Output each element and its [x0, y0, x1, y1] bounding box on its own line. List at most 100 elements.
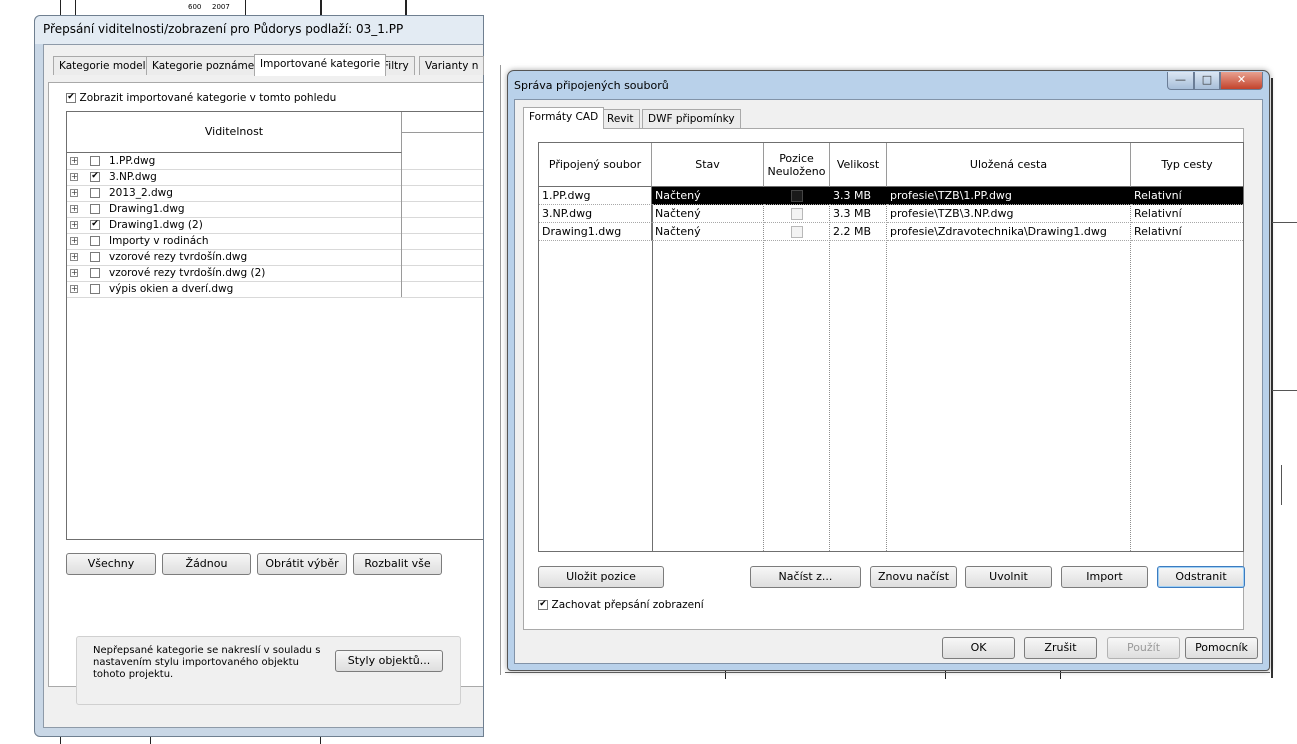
position-unsaved-cell [764, 223, 830, 241]
tab-annotation-categories[interactable]: Kategorie poznámek [146, 56, 267, 75]
table-row[interactable]: + vzorové rezy tvrdošín.dwg (2) [67, 265, 483, 282]
table-row[interactable]: 3.NP.dwg Načtený 3.3 MB profesie\TZB\3.NP.d… [539, 205, 1243, 223]
linked-files-table: Připojený soubor Stav Pozice Neuloženo V… [538, 142, 1244, 552]
visibility-cell: +2013_2.dwg [67, 185, 402, 201]
invert-selection-button[interactable]: Obrátit výběr [257, 553, 347, 575]
reload-from-button[interactable]: Načíst z... [750, 566, 861, 588]
tab-model-categories[interactable]: Kategorie modelů [53, 56, 159, 75]
column-header-status[interactable]: Stav [652, 143, 764, 187]
visibility-cell: +1.PP.dwg [67, 153, 402, 169]
path-type-cell: Relativní [1131, 223, 1243, 241]
select-all-button[interactable]: Všechny [66, 553, 156, 575]
table-row[interactable]: + výpis okien a dverí.dwg [67, 281, 483, 298]
linked-file-cell: Drawing1.dwg [539, 223, 652, 241]
visibility-checkbox[interactable] [90, 236, 100, 246]
table-row[interactable]: +1.PP.dwg [67, 153, 483, 170]
column-header-position-unsaved[interactable]: Pozice Neuloženo [764, 143, 830, 187]
category-label: vzorové rezy tvrdošín.dwg (2) [109, 267, 266, 279]
table-row[interactable]: +3.NP.dwg [67, 169, 483, 186]
header-label: Pozice Neuloženo [767, 151, 826, 178]
import-button[interactable]: Import [1061, 566, 1148, 588]
expand-icon[interactable]: + [70, 157, 78, 165]
cad-formats-panel: Připojený soubor Stav Pozice Neuloženo V… [523, 128, 1245, 630]
column-header-size[interactable]: Velikost [830, 143, 887, 187]
apply-button[interactable]: Použít [1107, 637, 1180, 659]
dialog-title: Přepsání viditelnosti/zobrazení pro Půdo… [43, 22, 404, 36]
expand-icon[interactable]: + [70, 285, 78, 293]
expand-icon[interactable]: + [70, 237, 78, 245]
visibility-checkbox[interactable] [90, 156, 100, 166]
visibility-checkbox[interactable] [90, 172, 100, 182]
category-label: vzorové rezy tvrdošín.dwg [109, 251, 248, 263]
visibility-cell: + Drawing1.dwg [67, 201, 402, 217]
linked-file-cell: 3.NP.dwg [539, 205, 652, 223]
visibility-checkbox[interactable] [90, 252, 100, 262]
object-styles-button[interactable]: Styly objektů... [335, 650, 443, 672]
visibility-cell: + vzorové rezy tvrdošín.dwg (2) [67, 265, 402, 281]
saved-path-cell: profesie\TZB\3.NP.dwg [887, 205, 1131, 223]
expand-icon[interactable]: + [70, 269, 78, 277]
reload-button[interactable]: Znovu načíst [870, 566, 957, 588]
dialog-title: Správa připojených souborů [514, 79, 669, 92]
table-row[interactable]: + Drawing1.dwg [67, 201, 483, 218]
minimize-button[interactable]: — [1167, 72, 1194, 90]
save-positions-button[interactable]: Uložit pozice [538, 566, 664, 588]
remove-button[interactable]: Odstranit [1157, 566, 1245, 588]
table-row[interactable]: +2013_2.dwg [67, 185, 483, 202]
unload-button[interactable]: Uvolnit [965, 566, 1052, 588]
visibility-checkbox[interactable] [90, 204, 100, 214]
dialog-body: Kategorie modelů Kategorie poznámek Impo… [43, 44, 485, 728]
status-cell: Načtený [652, 187, 764, 205]
column-header-extra [402, 112, 483, 133]
show-imported-checkbox[interactable]: Zobrazit importované kategorie v tomto p… [66, 91, 336, 104]
table-row[interactable]: 1.PP.dwg Načtený 3.3 MB profesie\TZB\1.PP.d… [539, 187, 1243, 205]
column-header-visibility[interactable]: Viditelnost [67, 112, 402, 153]
visibility-checkbox[interactable] [90, 220, 100, 230]
column-header-saved-path[interactable]: Uložená cesta [887, 143, 1131, 187]
size-cell: 2.2 MB [830, 223, 887, 241]
ok-button[interactable]: OK [942, 637, 1015, 659]
table-row[interactable]: + vzorové rezy tvrdošín.dwg [67, 249, 483, 266]
cancel-button[interactable]: Zrušit [1024, 637, 1097, 659]
tab-cad-formats[interactable]: Formáty CAD [523, 107, 605, 129]
tab-imported-categories[interactable]: Importované kategorie [254, 54, 387, 76]
show-imported-label: Zobrazit importované kategorie v tomto p… [79, 92, 337, 104]
table-row[interactable]: + Importy v rodinách [67, 233, 483, 250]
visibility-checkbox[interactable] [90, 188, 100, 198]
keep-overrides-label: Zachovat přepsání zobrazení [551, 599, 704, 611]
close-button[interactable]: ✕ [1220, 72, 1263, 90]
maximize-button[interactable]: □ [1194, 72, 1220, 90]
position-unsaved-checkbox [791, 208, 803, 220]
status-cell: Načtený [652, 223, 764, 241]
position-unsaved-checkbox [791, 226, 803, 238]
expand-all-button[interactable]: Rozbalit vše [353, 553, 442, 575]
title-bar[interactable]: Přepsání viditelnosti/zobrazení pro Půdo… [35, 16, 483, 44]
title-bar[interactable]: Správa připojených souborů — □ ✕ [508, 71, 1269, 99]
column-header-path-type[interactable]: Typ cesty [1131, 143, 1243, 187]
visibility-checkbox[interactable] [90, 284, 100, 294]
category-label: Drawing1.dwg (2) [109, 219, 203, 231]
tab-design-options[interactable]: Varianty n [419, 56, 485, 75]
help-button[interactable]: Pomocník [1185, 637, 1258, 659]
expand-icon[interactable]: + [70, 221, 78, 229]
table-row[interactable]: Drawing1.dwg Načtený 2.2 MB profesie\Zdravo… [539, 223, 1243, 241]
saved-path-cell: profesie\Zdravotechnika\Drawing1.dwg [887, 223, 1131, 241]
table-row[interactable]: + Drawing1.dwg (2) [67, 217, 483, 234]
cad-dimension-label: 600 [188, 3, 202, 11]
visibility-checkbox[interactable] [90, 268, 100, 278]
column-header-linked-file[interactable]: Připojený soubor [539, 143, 652, 187]
expand-icon[interactable]: + [70, 253, 78, 261]
select-none-button[interactable]: Žádnou [162, 553, 251, 575]
visibility-cell: +3.NP.dwg [67, 169, 402, 185]
manage-links-dialog: Správa připojených souborů — □ ✕ Formáty… [507, 70, 1270, 671]
expand-icon[interactable]: + [70, 189, 78, 197]
tab-dwf-markups[interactable]: DWF připomínky [642, 109, 741, 128]
expand-icon[interactable]: + [70, 205, 78, 213]
visibility-graphics-dialog: Přepsání viditelnosti/zobrazení pro Půdo… [34, 15, 485, 737]
tab-revit[interactable]: Revit [601, 109, 640, 128]
position-unsaved-cell [764, 205, 830, 223]
category-label: 2013_2.dwg [109, 187, 173, 199]
linked-file-cell: 1.PP.dwg [539, 187, 652, 205]
keep-overrides-checkbox[interactable]: Zachovat přepsání zobrazení [538, 598, 704, 611]
expand-icon[interactable]: + [70, 173, 78, 181]
